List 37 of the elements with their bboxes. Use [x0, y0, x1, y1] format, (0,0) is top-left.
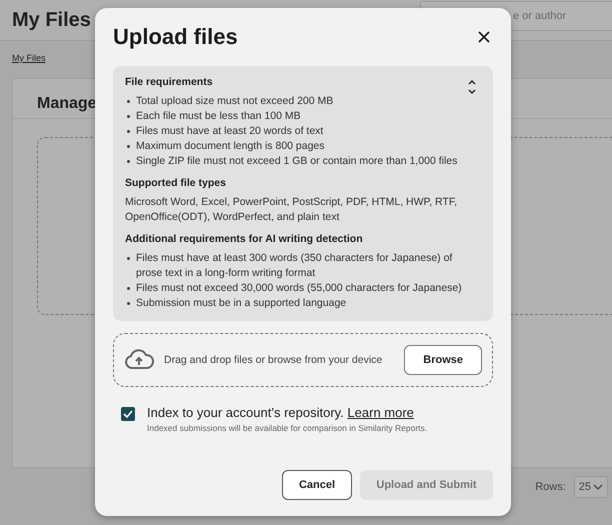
bullet-icon: [127, 160, 130, 163]
requirement-item: Single ZIP file must not exceed 1 GB or contain more than 1,000 files: [136, 154, 458, 169]
browse-button[interactable]: Browse: [404, 345, 482, 375]
bullet-icon: [127, 287, 130, 290]
bullet-icon: [127, 100, 130, 103]
index-hint: Indexed submissions will be available for comparison in Similarity Reports.: [147, 423, 428, 433]
dialog-title: Upload files: [113, 24, 238, 50]
breadcrumb-link[interactable]: My Files: [12, 53, 46, 63]
dropzone[interactable]: Drag and drop files or browse from your device Browse: [113, 333, 493, 387]
cloud-upload-icon: [124, 349, 154, 371]
requirements-heading: File requirements: [125, 76, 213, 88]
bullet-icon: [127, 302, 130, 305]
requirement-item: Total upload size must not exceed 200 MB: [136, 94, 334, 109]
requirement-item: Files must have at least 300 words (350 characters for Japanese) of prose text in a long-form writing format: [136, 251, 454, 281]
dropzone-text: Drag and drop files or browse from your device: [164, 354, 384, 366]
bullet-icon: [127, 130, 130, 133]
ai-requirements-heading: Additional requirements for AI writing detection: [125, 233, 363, 245]
file-types-heading: Supported file types: [125, 177, 226, 189]
index-checkbox[interactable]: [121, 407, 135, 421]
rows-label: Rows:: [535, 481, 566, 493]
requirement-item: Files must not exceed 30,000 words (55,000 characters for Japanese): [136, 281, 462, 296]
file-types-text: Microsoft Word, Excel, PowerPoint, PostScript, PDF, HTML, HWP, RTF, OpenOffice(ODT), WordPerfect, and plain text: [125, 195, 458, 225]
requirement-item: Submission must be in a supported language: [136, 296, 346, 311]
page-title: My Files: [12, 8, 91, 32]
bullet-icon: [127, 257, 130, 260]
requirement-item: Maximum document length is 800 pages: [136, 139, 325, 154]
close-icon: [477, 30, 491, 44]
cancel-button[interactable]: Cancel: [282, 470, 352, 500]
chevrons-icon: [467, 78, 477, 96]
chevron-down-icon: [593, 483, 603, 491]
learn-more-link[interactable]: Learn more: [347, 405, 414, 420]
expand-toggle[interactable]: [467, 78, 477, 96]
requirement-item: Files must have at least 20 words of text: [136, 124, 324, 139]
bullet-icon: [127, 115, 130, 118]
bullet-icon: [127, 145, 130, 148]
index-label: Index to your account’s repository. Learn more: [147, 405, 415, 420]
rows-select[interactable]: 25: [574, 476, 608, 498]
